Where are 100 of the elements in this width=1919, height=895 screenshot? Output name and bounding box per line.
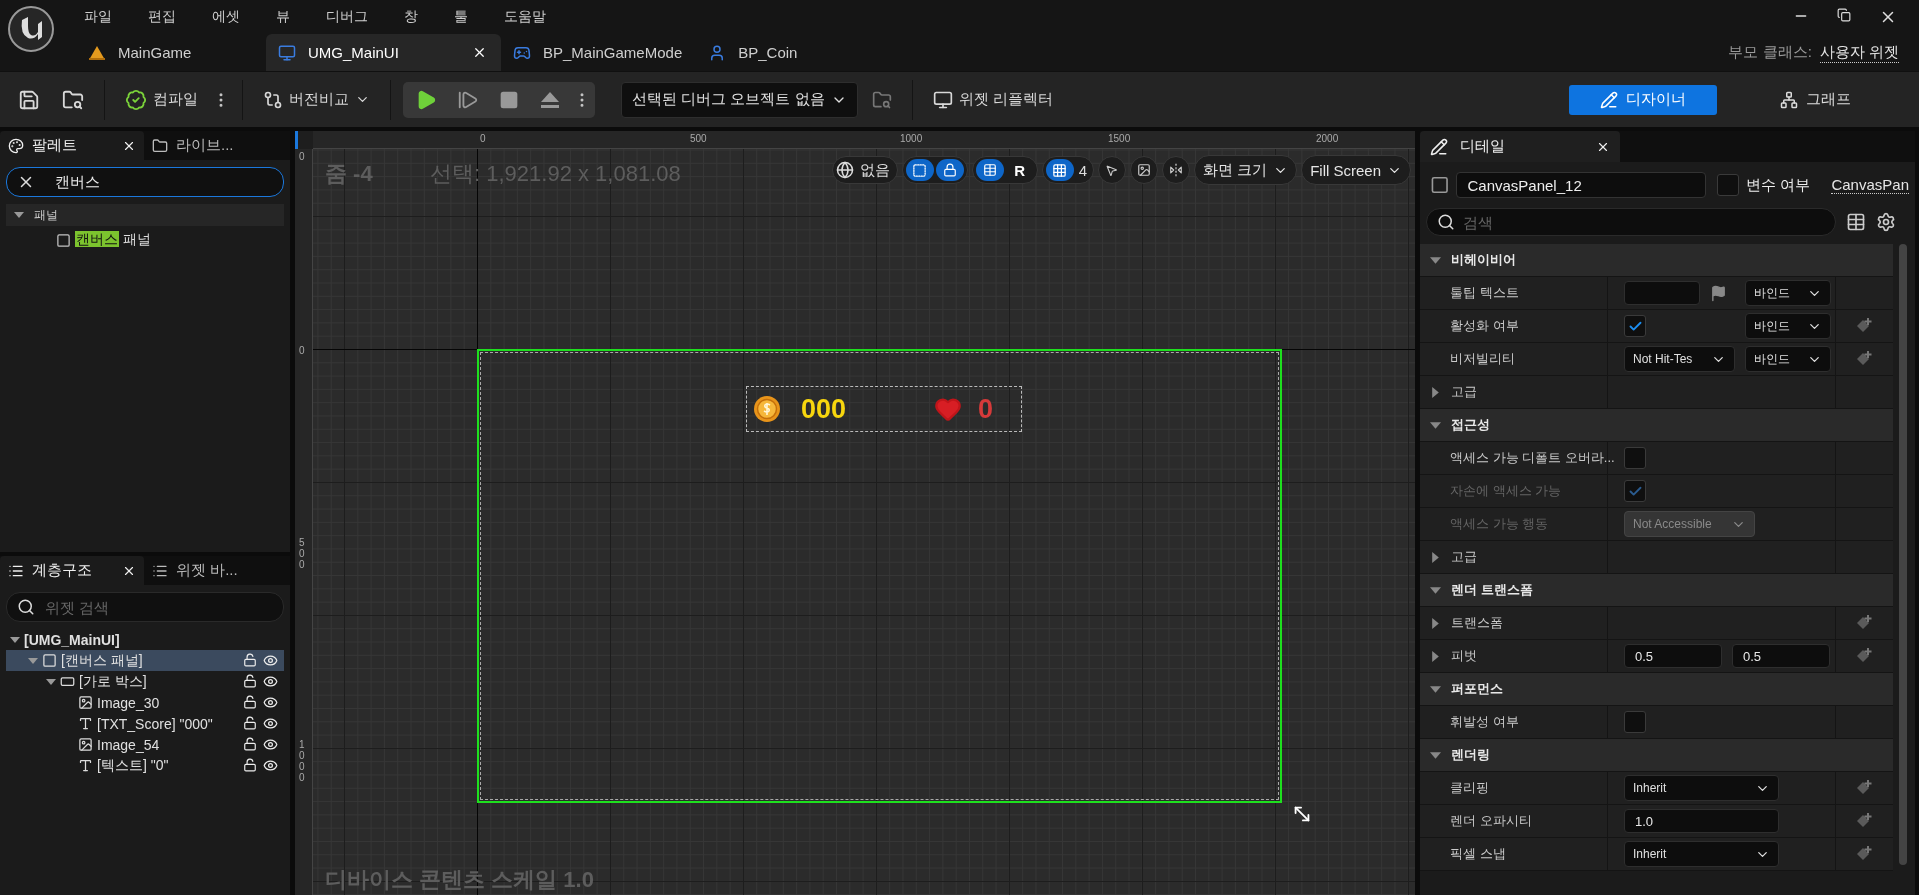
tree-item[interactable]: [UMG_MainUI]	[6, 629, 284, 650]
dropdown[interactable]: Inherit	[1624, 841, 1779, 867]
tree-item[interactable]: [가로 박스]	[6, 671, 284, 692]
marquee-toggle[interactable]	[905, 159, 934, 181]
document-tab[interactable]: BP_MainGameMode	[501, 34, 697, 71]
menu-item[interactable]: 창	[396, 8, 433, 26]
menu-item[interactable]: 파일	[76, 8, 127, 26]
panel-tab[interactable]: 팔레트	[0, 131, 144, 160]
name-field[interactable]: CanvasPanel_12	[1456, 172, 1707, 198]
unlock-icon[interactable]	[243, 653, 257, 667]
space-toggle[interactable]: 없음	[831, 156, 898, 184]
panel-tab[interactable]: 라이브...	[144, 131, 288, 160]
eye-icon[interactable]	[263, 695, 278, 710]
bind-dropdown[interactable]: 바인드	[1745, 313, 1831, 339]
checkbox[interactable]	[1624, 315, 1646, 337]
menu-item[interactable]: 툴	[446, 8, 483, 26]
search-input[interactable]: 검색	[1463, 213, 1825, 231]
flag-icon[interactable]	[1710, 284, 1727, 302]
debug-object-dropdown[interactable]: 선택된 디버그 오브젝트 없음	[621, 81, 858, 118]
image-button[interactable]	[1129, 156, 1158, 184]
dropdown[interactable]: Fill Screen	[1301, 155, 1411, 185]
eye-icon[interactable]	[263, 716, 278, 731]
mode-button[interactable]: 디자이너	[1569, 84, 1717, 115]
unlock-icon[interactable]	[243, 674, 257, 688]
expand-arrow-icon[interactable]	[1430, 617, 1441, 629]
close-icon[interactable]	[472, 45, 487, 60]
unlock-icon[interactable]	[243, 695, 257, 709]
unlock-icon[interactable]	[243, 716, 257, 730]
unlock-icon[interactable]	[243, 758, 257, 772]
expand-arrow-icon[interactable]	[28, 655, 38, 666]
menu-item[interactable]: 에셋	[204, 8, 255, 26]
mirror-button[interactable]	[1161, 156, 1190, 184]
section-header[interactable]: 비헤이비어	[1420, 244, 1893, 277]
number-field[interactable]: 0.5	[1732, 644, 1830, 668]
checkbox[interactable]	[1624, 711, 1646, 733]
number-field[interactable]: 0.5	[1624, 644, 1722, 668]
layout-button[interactable]	[975, 159, 1004, 181]
expand-arrow-icon[interactable]	[14, 210, 24, 220]
lock-toggle[interactable]	[901, 156, 968, 184]
menu-item[interactable]: 편집	[140, 8, 191, 26]
dropdown[interactable]: Inherit	[1624, 775, 1779, 801]
document-tab[interactable]: MainGame	[76, 34, 266, 71]
widget-reflector-button[interactable]: 위젯 리플렉터	[924, 80, 1061, 119]
cursor-button[interactable]	[1097, 156, 1126, 184]
tree-item[interactable]: [텍스트] "0"	[6, 755, 284, 776]
section-header[interactable]: 퍼포먼스	[1420, 673, 1893, 706]
unlock-icon[interactable]	[243, 737, 257, 751]
grid-toggle[interactable]: 4	[1041, 156, 1094, 184]
number-field[interactable]: 1.0	[1624, 809, 1779, 833]
hud-box[interactable]: 000 0	[746, 386, 1022, 432]
eye-icon[interactable]	[263, 653, 278, 668]
eye-icon[interactable]	[263, 737, 278, 752]
search-input[interactable]: 캔버스	[45, 173, 273, 191]
menu-item[interactable]: 도움말	[496, 8, 561, 26]
class-link[interactable]: CanvasPan	[1831, 176, 1909, 194]
expand-arrow-icon[interactable]	[10, 634, 20, 645]
expand-arrow-icon[interactable]	[1430, 749, 1441, 761]
compile-button[interactable]: 컴파일	[117, 80, 206, 119]
expand-arrow-icon[interactable]	[1430, 254, 1441, 266]
tree-item[interactable]: Image_30	[6, 692, 284, 713]
grid-button[interactable]	[1045, 159, 1074, 181]
panel-tab[interactable]: 디테일	[1420, 131, 1620, 162]
palette-item[interactable]: 캔버스 패널	[0, 228, 290, 252]
search-field[interactable]: 위젯 검색	[6, 592, 284, 622]
text-field[interactable]	[1624, 281, 1700, 305]
dropdown[interactable]: Not Hit-Tes	[1624, 346, 1736, 372]
tree-item[interactable]: [캔버스 패널]	[6, 650, 284, 671]
menu-item[interactable]: 디버그	[318, 8, 383, 26]
search-input[interactable]: 위젯 검색	[45, 598, 273, 616]
expand-arrow-icon[interactable]	[1430, 419, 1441, 431]
section-header[interactable]: 접근성	[1420, 409, 1893, 442]
panel-tab[interactable]: 위젯 바...	[144, 556, 288, 585]
lock-button[interactable]	[935, 159, 964, 181]
dropdown[interactable]: 화면 크기	[1193, 155, 1298, 185]
checkbox[interactable]	[1624, 447, 1646, 469]
search-field[interactable]: 검색	[1426, 208, 1836, 236]
restore-icon[interactable]	[1837, 8, 1851, 22]
search-field[interactable]: 캔버스	[6, 167, 284, 197]
transform-toggle[interactable]: R	[971, 156, 1038, 184]
diff-button[interactable]: 버전비교	[255, 80, 378, 119]
settings-icon[interactable]	[1876, 212, 1896, 232]
menu-item[interactable]: 뷰	[268, 8, 305, 26]
eye-icon[interactable]	[263, 674, 278, 689]
panel-tab[interactable]: 계층구조	[0, 556, 144, 585]
bind-dropdown[interactable]: 바인드	[1745, 280, 1831, 306]
bind-dropdown[interactable]: 바인드	[1745, 346, 1831, 372]
document-tab[interactable]: UMG_MainUI	[266, 34, 501, 71]
eye-icon[interactable]	[263, 758, 278, 773]
tree-item[interactable]: [TXT_Score] "000"	[6, 713, 284, 734]
expand-arrow-icon[interactable]	[1430, 683, 1441, 695]
parent-class-link[interactable]: 사용자 위젯	[1819, 42, 1899, 63]
screen-frame[interactable]	[477, 349, 1282, 803]
expand-arrow-icon[interactable]	[1430, 584, 1441, 596]
mode-button[interactable]: 그래프	[1741, 84, 1889, 115]
tree-item[interactable]: Image_54	[6, 734, 284, 755]
document-tab[interactable]: BP_Coin	[696, 34, 887, 71]
table-icon[interactable]	[1846, 212, 1866, 232]
expand-arrow-icon[interactable]	[46, 676, 56, 687]
section-header[interactable]: 렌더링	[1420, 739, 1893, 772]
expand-arrow-icon[interactable]	[1430, 386, 1441, 398]
